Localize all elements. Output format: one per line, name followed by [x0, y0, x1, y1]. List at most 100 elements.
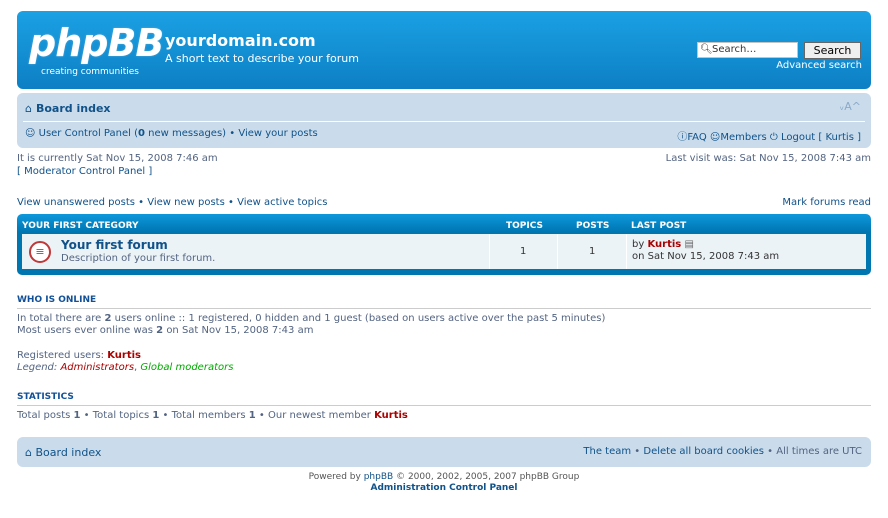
new-messages-count: 0 [138, 128, 145, 139]
ucp-icon: ☺ [25, 128, 36, 139]
col-last-post: LAST POST [631, 221, 687, 231]
phpbb-link[interactable]: phpBB [364, 472, 393, 482]
powered-by-a: Powered by [308, 472, 361, 482]
last-post-time: on Sat Nov 15, 2008 7:43 am [632, 251, 780, 262]
phpbb-logo[interactable]: phpBB creating communities [29, 21, 164, 81]
unanswered-posts-link[interactable]: View unanswered posts [17, 197, 135, 208]
site-description: A short text to describe your forum [165, 52, 359, 65]
column-divider [626, 234, 627, 269]
registered-label: Registered users: [17, 350, 105, 361]
total-topics: 1 [152, 410, 160, 421]
total-members-label: Total members [171, 410, 246, 421]
col-topics: TOPICS [506, 221, 543, 231]
breadcrumb: ⌂ Board index [25, 102, 111, 115]
last-post-info: by Kurtis ▤ on Sat Nov 15, 2008 7:43 am [632, 239, 779, 263]
statistics-title: STATISTICS [17, 392, 74, 402]
forum-title-link[interactable]: Your first forum [61, 238, 168, 252]
mark-read-link[interactable]: Mark forums read [782, 197, 871, 208]
view-posts-link[interactable]: View your posts [238, 128, 317, 139]
section-divider [17, 405, 871, 406]
section-divider [17, 308, 871, 309]
mcp-link[interactable]: [ Moderator Control Panel ] [17, 166, 152, 177]
newest-member-link[interactable]: Kurtis [374, 410, 408, 421]
site-header: phpBB creating communities yourdomain.co… [17, 11, 871, 89]
view-latest-post-icon[interactable]: ▤ [684, 239, 693, 250]
col-posts: POSTS [576, 221, 610, 231]
search-button[interactable]: Search [804, 42, 861, 59]
logo-text: phpBB [29, 21, 164, 65]
legend-mods-link[interactable]: Global moderators [140, 362, 233, 373]
most-online-text-a: Most users ever online was [17, 325, 153, 336]
forum-category: YOUR FIRST CATEGORY TOPICS POSTS LAST PO… [17, 214, 871, 275]
footer-breadcrumb: ⌂ Board index [25, 446, 101, 459]
logout-link[interactable]: Logout [ Kurtis ] [781, 132, 861, 143]
legend-admins-link[interactable]: Administrators [60, 362, 134, 373]
total-topics-label: Total topics [92, 410, 150, 421]
last-visit: Last visit was: Sat Nov 15, 2008 7:43 am [665, 153, 871, 164]
site-title: yourdomain.com [165, 31, 316, 50]
online-text-b: users online :: 1 registered, 0 hidden a… [114, 313, 606, 324]
users-online-count: 2 [104, 313, 112, 324]
new-messages-link[interactable]: new messages [148, 128, 222, 139]
column-divider [557, 234, 558, 269]
max-users-count: 2 [156, 325, 164, 336]
most-online: Most users ever online was 2 on Sat Nov … [17, 325, 313, 336]
legend-label: Legend: [17, 362, 58, 373]
navbar-divider [23, 121, 865, 122]
search-placeholder: Search… [712, 44, 757, 55]
current-time: It is currently Sat Nov 15, 2008 7:46 am [17, 153, 218, 164]
logout-icon: ⏻ [769, 132, 778, 143]
most-online-text-b: on Sat Nov 15, 2008 7:43 am [166, 325, 314, 336]
forum-row: ≡ Your first forum Description of your f… [22, 234, 866, 269]
powered-by-b: © 2000, 2002, 2005, 2007 phpBB Group [396, 472, 580, 482]
online-text-a: In total there are [17, 313, 102, 324]
newest-member-label: Our newest member [268, 410, 371, 421]
topics-count: 1 [520, 246, 527, 257]
acp-link[interactable]: Administration Control Panel [0, 483, 888, 493]
faq-link[interactable]: FAQ [687, 132, 706, 143]
search-icon: 🔍︎ [700, 44, 713, 55]
search-input[interactable]: 🔍︎ Search… [697, 42, 798, 58]
footer-board-index-link[interactable]: Board index [35, 446, 101, 459]
total-members: 1 [248, 410, 256, 421]
last-post-by: by [632, 239, 645, 250]
home-icon: ⌂ [25, 446, 32, 459]
footer-navbar: ⌂ Board index The team • Delete all boar… [17, 437, 871, 467]
online-summary: In total there are 2 users online :: 1 r… [17, 313, 605, 324]
registered-users: Registered users: Kurtis [17, 350, 141, 361]
footer-links: The team • Delete all board cookies • Al… [583, 446, 862, 457]
members-link[interactable]: Members [720, 132, 766, 143]
statistics-line: Total posts 1 • Total topics 1 • Total m… [17, 410, 408, 421]
ucp-bar: ☺ User Control Panel (0 new messages) • … [25, 128, 318, 139]
logout-label: Logout [780, 132, 816, 143]
logo-tagline: creating communities [41, 67, 139, 77]
logout-username: Kurtis [825, 132, 854, 143]
new-posts-link[interactable]: View new posts [147, 197, 225, 208]
category-title[interactable]: YOUR FIRST CATEGORY [22, 221, 139, 231]
column-divider [489, 234, 490, 269]
faq-icon: ⓘ [677, 132, 688, 143]
navbar: ⌂ Board index ᵥA^ ☺ User Control Panel (0… [17, 93, 871, 148]
copyright: Powered by phpBB © 2000, 2002, 2005, 200… [0, 472, 888, 482]
forum-read-icon: ≡ [29, 241, 51, 263]
registered-user-link[interactable]: Kurtis [107, 350, 141, 361]
active-topics-link[interactable]: View active topics [237, 197, 327, 208]
team-link[interactable]: The team [583, 446, 631, 457]
board-index-link[interactable]: Board index [36, 102, 111, 115]
posts-count: 1 [589, 246, 596, 257]
forum-description: Description of your first forum. [61, 253, 216, 264]
user-menu: ⓘFAQ ☺Members ⏻ Logout [ Kurtis ] [677, 128, 861, 143]
timezone-note: All times are UTC [776, 446, 862, 457]
group-legend: Legend: Administrators, Global moderator… [17, 362, 234, 373]
ucp-link[interactable]: User Control Panel [39, 128, 131, 139]
delete-cookies-link[interactable]: Delete all board cookies [643, 446, 764, 457]
last-post-user[interactable]: Kurtis [647, 239, 681, 250]
advanced-search-link[interactable]: Advanced search [776, 60, 862, 71]
mcp-label: Moderator Control Panel [24, 166, 146, 177]
total-posts: 1 [73, 410, 81, 421]
who-is-online-title[interactable]: WHO IS ONLINE [17, 295, 96, 305]
font-size-toggle[interactable]: ᵥA^ [840, 100, 861, 113]
home-icon: ⌂ [25, 102, 32, 115]
search-links: View unanswered posts • View new posts •… [17, 197, 328, 208]
total-posts-label: Total posts [17, 410, 71, 421]
